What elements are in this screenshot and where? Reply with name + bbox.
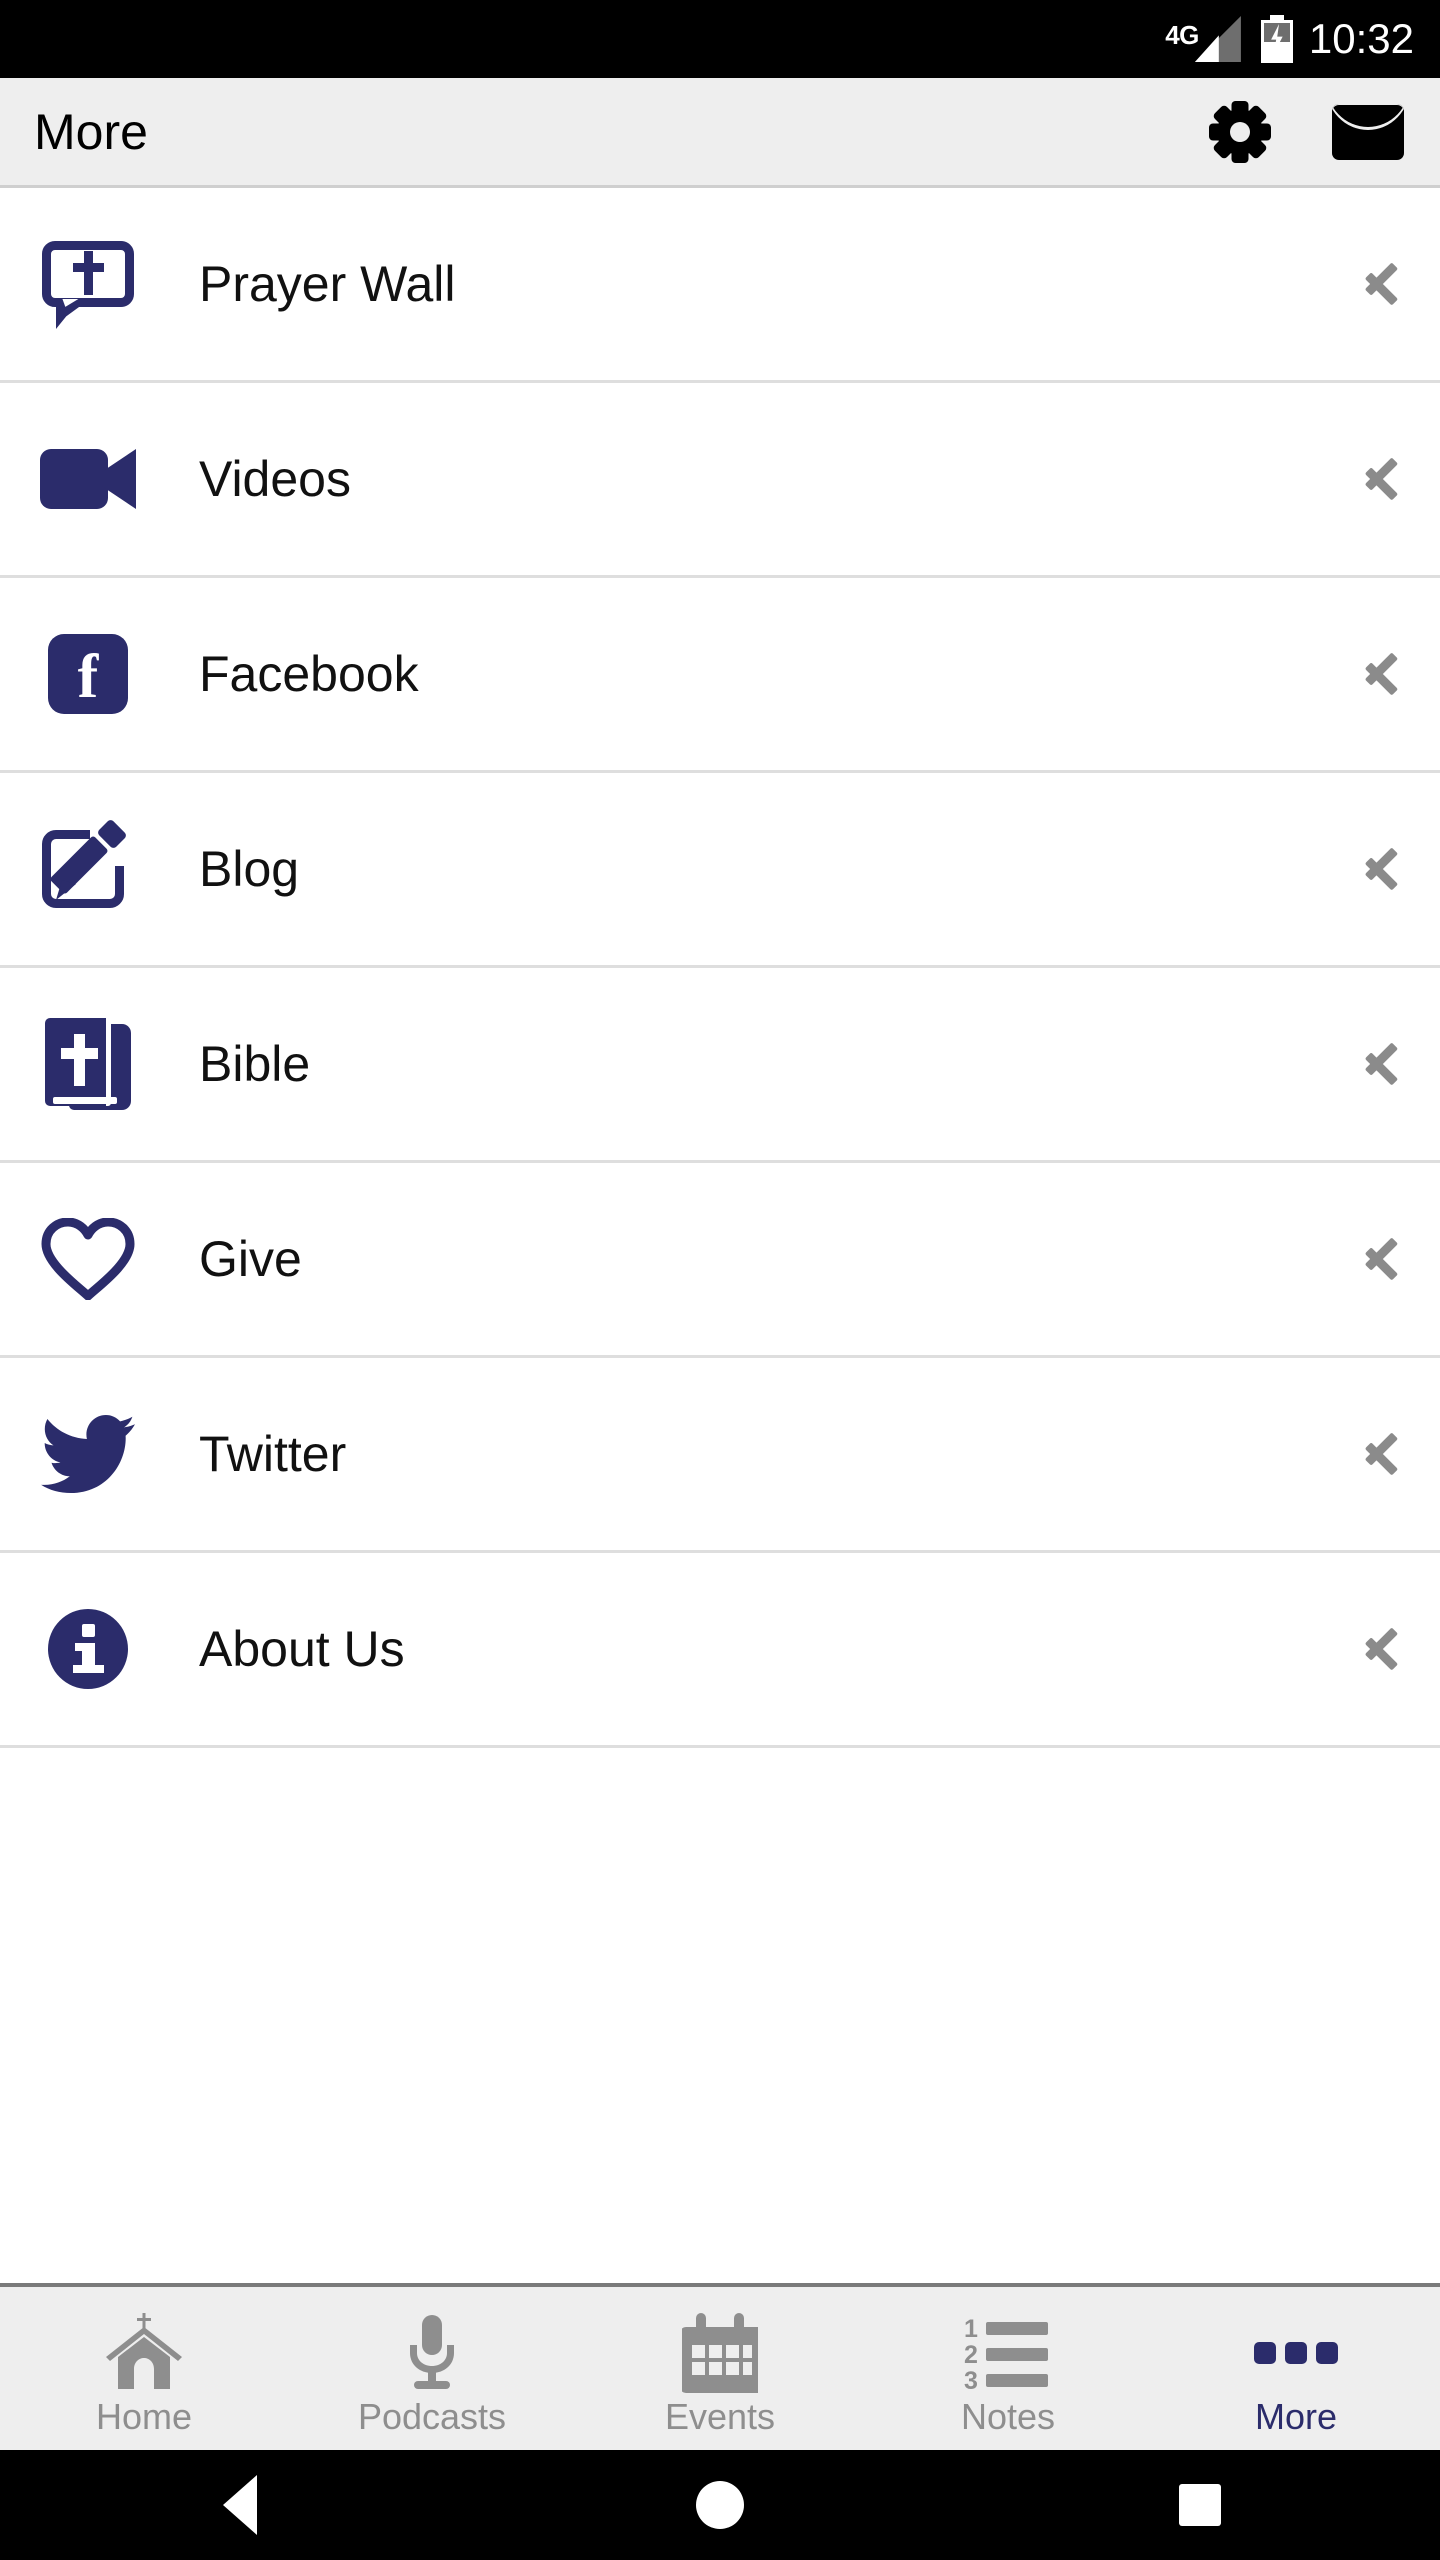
- svg-text:1: 1: [964, 2315, 978, 2343]
- envelope-icon: [1332, 103, 1404, 160]
- list-item[interactable]: Bible: [0, 968, 1440, 1163]
- tab-events[interactable]: Events: [576, 2287, 864, 2450]
- facebook-glyph: f: [77, 643, 99, 711]
- signal-bars-icon: 4G: [1163, 16, 1241, 62]
- microphone-icon: [400, 2307, 464, 2393]
- tab-notes[interactable]: 1 2 3 Notes: [864, 2287, 1152, 2450]
- chevron-right-icon: [1358, 651, 1404, 697]
- list-item-label: Facebook: [199, 646, 419, 702]
- network-type-label: 4G: [1165, 20, 1199, 50]
- phone-screen: 4G 10:32 More Prayer Wall Videos f Faceb…: [0, 0, 1440, 2560]
- recents-square-icon[interactable]: [1152, 2470, 1248, 2540]
- android-nav-bar: [0, 2450, 1440, 2560]
- facebook-icon: f: [34, 634, 142, 714]
- twitter-bird-icon: [34, 1415, 142, 1493]
- list-item[interactable]: f Facebook: [0, 578, 1440, 773]
- chevron-right-icon: [1358, 261, 1404, 307]
- tab-label: Notes: [960, 2395, 1056, 2437]
- back-triangle-icon[interactable]: [192, 2470, 288, 2540]
- video-camera-icon: [34, 449, 142, 509]
- status-indicators: 4G 10:32: [1163, 15, 1414, 63]
- list-item-label: Prayer Wall: [199, 256, 456, 312]
- bible-book-cross-icon: [34, 1018, 142, 1110]
- prayer-bubble-cross-icon: [34, 241, 142, 329]
- chevron-right-icon: [1358, 1431, 1404, 1477]
- numbered-list-icon: 1 2 3: [964, 2307, 1052, 2393]
- home-circle-icon[interactable]: [672, 2470, 768, 2540]
- list-item[interactable]: About Us: [0, 1553, 1440, 1748]
- app-bar-actions: [1204, 96, 1404, 168]
- app-bar: More: [0, 78, 1440, 188]
- page-title: More: [34, 103, 148, 160]
- gear-icon: [1209, 100, 1271, 163]
- list-item-label: Bible: [199, 1036, 311, 1092]
- three-dots-icon: [1254, 2307, 1338, 2393]
- list-item[interactable]: Blog: [0, 773, 1440, 968]
- list-item[interactable]: Give: [0, 1163, 1440, 1358]
- list-item-label: Blog: [199, 841, 300, 897]
- tab-label: Podcasts: [357, 2395, 507, 2437]
- settings-button[interactable]: [1204, 96, 1276, 168]
- tab-more[interactable]: More: [1152, 2287, 1440, 2450]
- status-clock: 10:32: [1308, 15, 1414, 62]
- tab-label: Home: [95, 2395, 193, 2437]
- tab-podcasts[interactable]: Podcasts: [288, 2287, 576, 2450]
- svg-text:2: 2: [964, 2341, 978, 2369]
- pencil-square-icon: [34, 818, 142, 912]
- chevron-right-icon: [1358, 1626, 1404, 1672]
- list-item-label: Videos: [199, 451, 351, 507]
- mail-button[interactable]: [1332, 96, 1404, 168]
- tab-label: Events: [664, 2395, 776, 2437]
- bottom-tab-bar: Home Podcasts Events 1 2 3 Notes More: [0, 2283, 1440, 2450]
- svg-text:3: 3: [964, 2367, 978, 2393]
- list-item[interactable]: Twitter: [0, 1358, 1440, 1553]
- list-item-label: About Us: [199, 1621, 405, 1677]
- status-bar: 4G 10:32: [0, 0, 1440, 78]
- list-item-label: Give: [199, 1231, 302, 1287]
- list-item-label: Twitter: [199, 1426, 347, 1482]
- heart-outline-icon: [34, 1218, 142, 1300]
- tab-label: More: [1254, 2395, 1338, 2437]
- chevron-right-icon: [1358, 846, 1404, 892]
- church-icon: [104, 2307, 184, 2393]
- more-menu-list: Prayer Wall Videos f Facebook Blog Bible…: [0, 188, 1440, 2283]
- signal-triangle-icon: [1194, 16, 1241, 62]
- list-item[interactable]: Prayer Wall: [0, 188, 1440, 383]
- chevron-right-icon: [1358, 456, 1404, 502]
- chevron-right-icon: [1358, 1041, 1404, 1087]
- info-circle-icon: [34, 1609, 142, 1689]
- calendar-icon: [682, 2307, 758, 2393]
- chevron-right-icon: [1358, 1236, 1404, 1282]
- battery-charging-icon: [1260, 15, 1293, 63]
- tab-home[interactable]: Home: [0, 2287, 288, 2450]
- list-item[interactable]: Videos: [0, 383, 1440, 578]
